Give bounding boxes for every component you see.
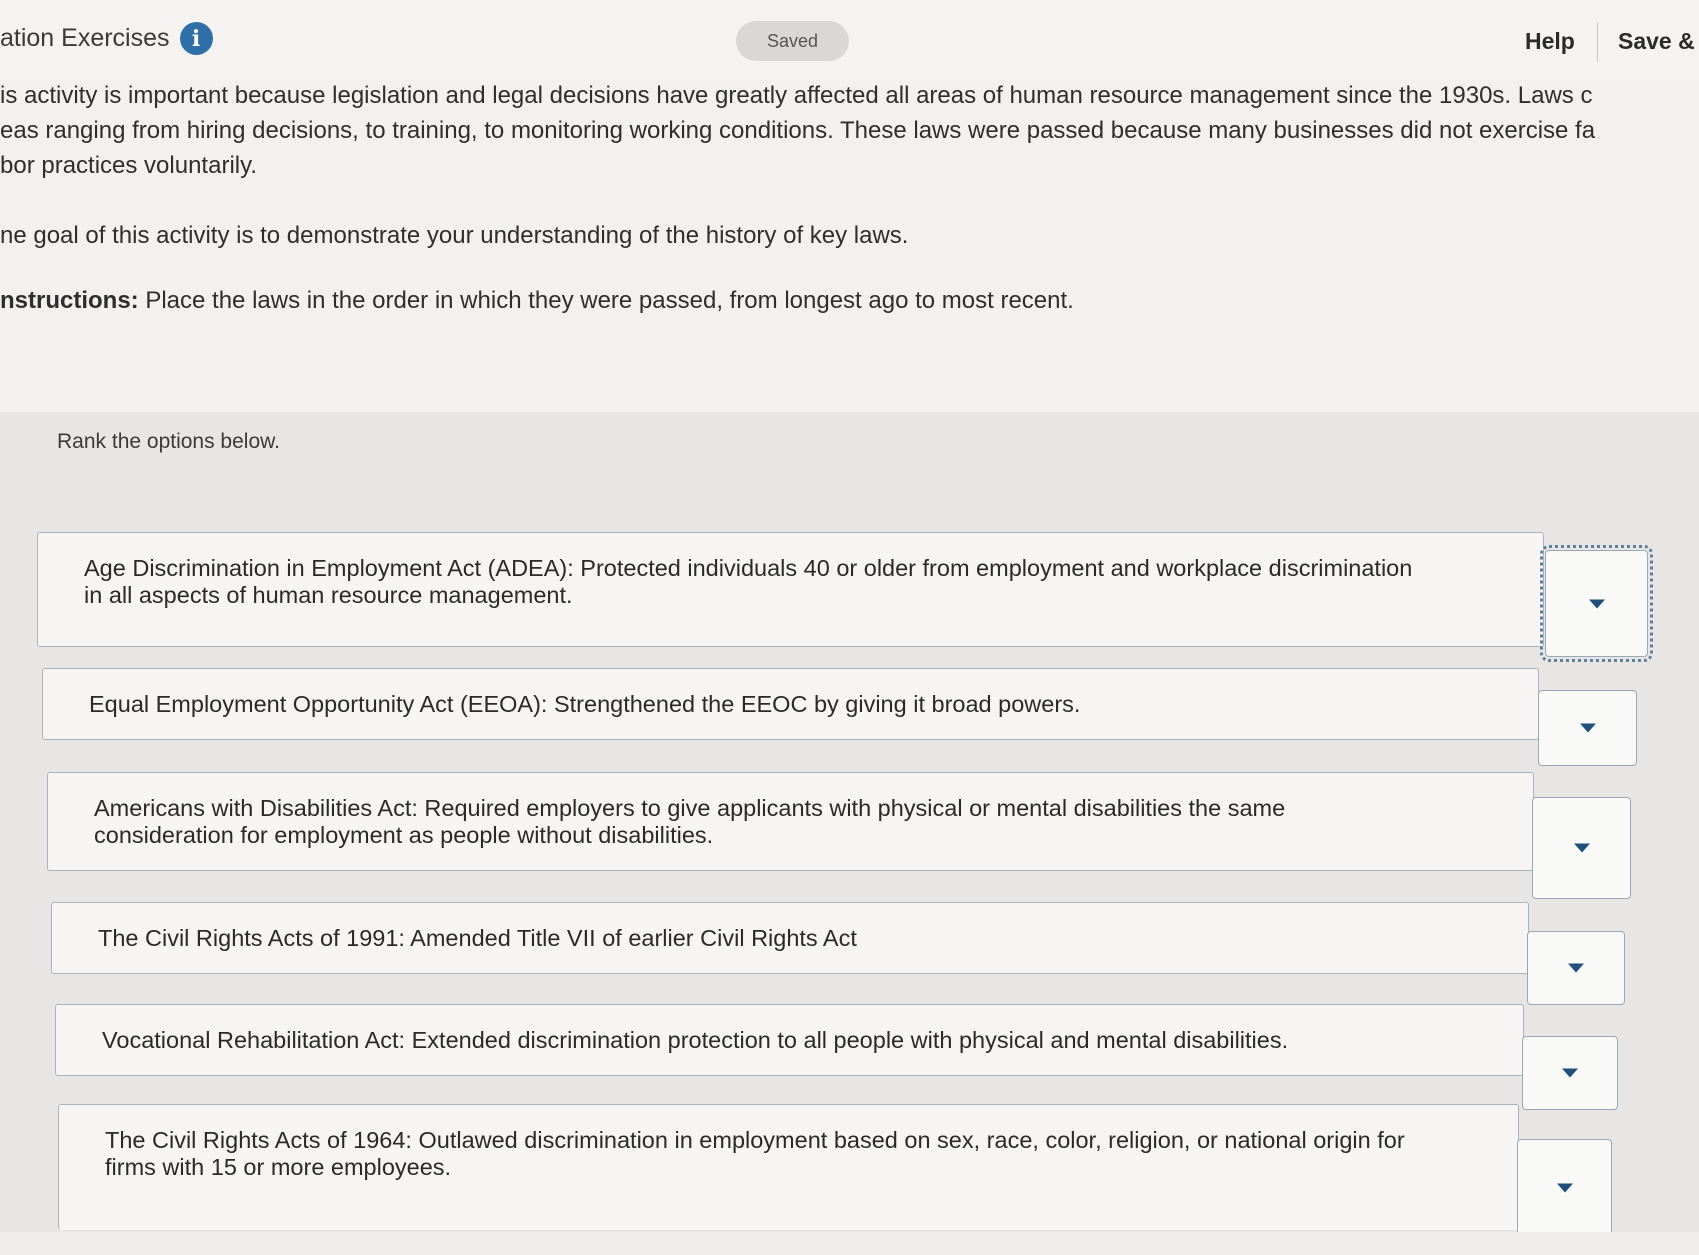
rank-item-text: Vocational Rehabilitation Act: Extended … <box>102 1027 1289 1053</box>
rank-dropdown-adea[interactable] <box>1540 545 1653 662</box>
chevron-down-icon <box>1562 1068 1578 1078</box>
bottom-edge <box>0 1232 1699 1255</box>
rank-item-text: The Civil Rights Acts of 1964: Outlawed … <box>105 1127 1405 1153</box>
intro-line: bor practices voluntarily. <box>0 152 257 179</box>
rank-dropdown-ada[interactable] <box>1532 797 1631 899</box>
rank-item-vra[interactable]: Vocational Rehabilitation Act: Extended … <box>55 1004 1524 1076</box>
rank-item-ada[interactable]: Americans with Disabilities Act: Require… <box>47 772 1534 871</box>
activity-title: ation Exercises i <box>0 22 213 55</box>
rank-item-cra-1964[interactable]: The Civil Rights Acts of 1964: Outlawed … <box>58 1104 1519 1230</box>
header-divider <box>1597 22 1598 62</box>
rank-item-eeoa[interactable]: Equal Employment Opportunity Act (EEOA):… <box>42 668 1539 740</box>
chevron-down-icon <box>1579 723 1596 733</box>
rank-prompt: Rank the options below. <box>57 430 280 453</box>
help-button[interactable]: Help <box>1525 28 1575 55</box>
top-bar: ation Exercises i Saved Help Save & <box>0 0 1699 80</box>
rank-item-adea[interactable]: Age Discrimination in Employment Act (AD… <box>37 532 1544 647</box>
save-exit-button[interactable]: Save & <box>1618 28 1695 55</box>
intro-line: is activity is important because legisla… <box>0 82 1593 109</box>
rank-item-text: consideration for employment as people w… <box>94 822 714 848</box>
intro-paragraph: is activity is important because legisla… <box>0 78 1595 183</box>
intro-line: eas ranging from hiring decisions, to tr… <box>0 117 1596 144</box>
info-icon[interactable]: i <box>179 22 213 55</box>
chevron-down-icon <box>1588 599 1605 608</box>
chevron-down-icon <box>1556 1183 1573 1192</box>
rank-item-text: Equal Employment Opportunity Act (EEOA):… <box>89 691 1081 717</box>
rank-item-text: Americans with Disabilities Act: Require… <box>94 795 1286 821</box>
rank-item-text: firms with 15 or more employees. <box>105 1154 452 1180</box>
rank-dropdown-cra-1964[interactable] <box>1517 1139 1612 1235</box>
rank-dropdown-cra-1991[interactable] <box>1527 931 1625 1005</box>
rank-item-text: in all aspects of human resource managem… <box>84 582 573 608</box>
chevron-down-icon <box>1568 963 1584 973</box>
goal-paragraph: ne goal of this activity is to demonstra… <box>0 218 908 253</box>
rank-dropdown-vra[interactable] <box>1522 1036 1618 1110</box>
rank-item-cra-1991[interactable]: The Civil Rights Acts of 1991: Amended T… <box>51 902 1529 974</box>
activity-title-text: ation Exercises <box>0 24 170 52</box>
rank-item-text: The Civil Rights Acts of 1991: Amended T… <box>98 925 857 951</box>
instructions-label: nstructions: <box>0 287 139 314</box>
rank-item-text: Age Discrimination in Employment Act (AD… <box>84 555 1413 581</box>
goal-text: ne goal of this activity is to demonstra… <box>0 222 909 249</box>
instructions-text: Place the laws in the order in which the… <box>138 287 1074 314</box>
instructions-paragraph: nstructions: Place the laws in the order… <box>0 283 1074 318</box>
rank-dropdown-eeoa[interactable] <box>1538 690 1637 766</box>
saved-status-badge: Saved <box>736 21 849 61</box>
chevron-down-icon <box>1573 843 1590 853</box>
